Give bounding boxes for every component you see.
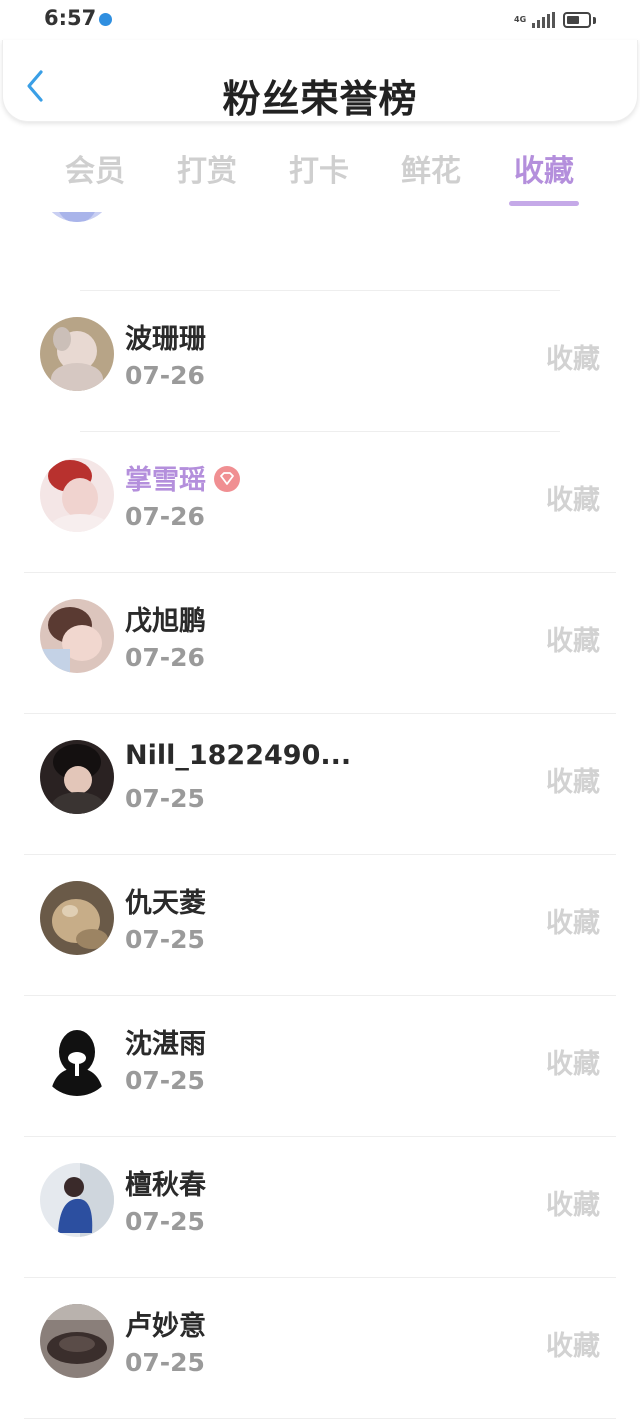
fan-date: 07-25 [125,1066,205,1095]
fan-name: 掌雪瑶 [125,458,240,497]
list-item[interactable]: 卢妙意 07-25 收藏 [0,1278,640,1419]
favorite-action[interactable]: 收藏 [546,1183,600,1222]
fan-date: 07-25 [125,1207,205,1236]
diamond-badge-icon [214,465,240,492]
tab-flowers[interactable]: 鲜花 [391,146,471,190]
tab-favorites[interactable]: 收藏 [504,146,584,190]
tab-rewards[interactable]: 打赏 [167,146,247,190]
favorite-action[interactable]: 收藏 [546,337,600,376]
favorite-action[interactable]: 收藏 [546,1324,600,1363]
tab-checkin[interactable]: 打卡 [279,146,359,190]
avatar [40,458,114,532]
list-item[interactable]: 仇天菱 07-25 收藏 [0,855,640,996]
fan-name: Nill_1822490... [125,740,352,771]
status-bar: 6:57 4G [0,0,640,44]
tab-bar: 会员 打赏 打卡 鲜花 收藏 [0,140,640,210]
network-type-label: 4G [514,15,527,24]
avatar [40,1163,114,1237]
fan-date: 07-26 [125,361,205,390]
avatar [40,740,114,814]
fan-date: 07-25 [125,784,205,813]
favorite-action[interactable]: 收藏 [546,1042,600,1081]
status-time: 6:57 [44,6,97,30]
list-item[interactable]: 07-26 [0,212,640,291]
status-indicators: 4G [514,9,596,31]
list-item[interactable]: 沈湛雨 07-25 收藏 [0,996,640,1137]
fan-name: 仇天菱 [125,888,206,919]
list-item[interactable]: 波珊珊 07-26 收藏 [0,291,640,432]
avatar [40,212,114,222]
fan-name: 檀秋春 [125,1170,206,1201]
tab-members[interactable]: 会员 [55,146,135,190]
signal-icon [532,12,555,28]
notification-dot-icon [99,13,112,26]
list-item[interactable]: Nill_1822490... 07-25 收藏 [0,714,640,855]
fan-name: 沈湛雨 [125,1029,206,1060]
favorite-action[interactable]: 收藏 [546,619,600,658]
favorite-action[interactable]: 收藏 [546,901,600,940]
row-divider [24,1418,616,1419]
avatar [40,1304,114,1378]
active-tab-indicator [509,201,579,206]
list-item[interactable]: 戊旭鹏 07-26 收藏 [0,573,640,714]
header-bar: 粉丝荣誉榜 [2,40,638,122]
list-item[interactable]: 檀秋春 07-25 收藏 [0,1137,640,1278]
fan-name: 卢妙意 [125,1311,206,1342]
fan-name: 戊旭鹏 [125,606,206,637]
fan-date: 07-25 [125,1348,205,1377]
favorite-action[interactable]: 收藏 [546,478,600,517]
avatar [40,1022,114,1096]
page-title: 粉丝荣誉榜 [222,77,418,121]
fan-date: 07-26 [125,502,205,531]
list-item[interactable]: 掌雪瑶 07-26 收藏 [0,432,640,573]
fan-name-text: 掌雪瑶 [125,465,206,496]
fan-name: 波珊珊 [125,324,206,355]
avatar [40,317,114,391]
fan-date: 07-26 [125,643,205,672]
fan-date: 07-25 [125,925,205,954]
favorite-action[interactable]: 收藏 [546,760,600,799]
avatar [40,881,114,955]
battery-icon [563,12,591,28]
battery-tip-icon [593,16,596,24]
fans-list: 07-26 波珊珊 07-26 收藏 掌雪瑶 07-26 [0,212,640,1422]
avatar [40,599,114,673]
